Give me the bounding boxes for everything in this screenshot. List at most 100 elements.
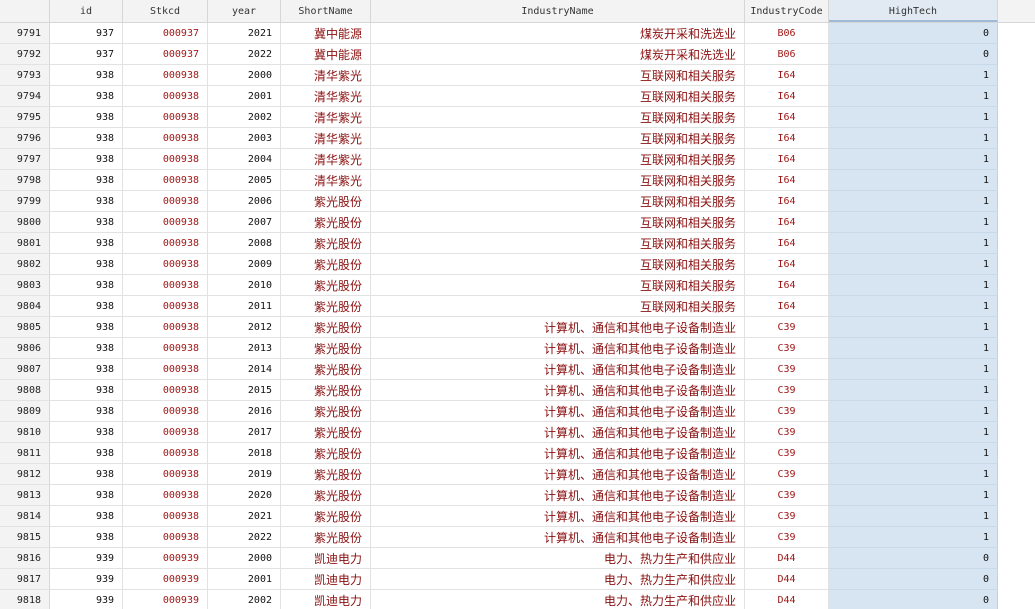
- table-row[interactable]: 9795 938 000938 2002 清华紫光 互联网和相关服务 I64 1: [0, 107, 1035, 128]
- cell-hightech[interactable]: 0: [829, 23, 998, 44]
- cell-industryname[interactable]: 计算机、通信和其他电子设备制造业: [371, 359, 745, 380]
- cell-shortname[interactable]: 紫光股份: [281, 338, 371, 359]
- cell-shortname[interactable]: 紫光股份: [281, 401, 371, 422]
- table-row[interactable]: 9818 939 000939 2002 凯迪电力 电力、热力生产和供应业 D44 0: [0, 590, 1035, 609]
- cell-shortname[interactable]: 清华紫光: [281, 128, 371, 149]
- header-id[interactable]: id: [50, 0, 123, 22]
- cell-stkcd[interactable]: 000939: [123, 569, 208, 590]
- cell-industryname[interactable]: 互联网和相关服务: [371, 275, 745, 296]
- cell-shortname[interactable]: 清华紫光: [281, 86, 371, 107]
- cell-industrycode[interactable]: I64: [745, 86, 829, 107]
- cell-id[interactable]: 938: [50, 527, 123, 548]
- cell-industrycode[interactable]: D44: [745, 548, 829, 569]
- cell-shortname[interactable]: 紫光股份: [281, 422, 371, 443]
- cell-stkcd[interactable]: 000937: [123, 44, 208, 65]
- cell-industrycode[interactable]: C39: [745, 422, 829, 443]
- cell-industrycode[interactable]: B06: [745, 44, 829, 65]
- header-year[interactable]: year: [208, 0, 281, 22]
- cell-year[interactable]: 2013: [208, 338, 281, 359]
- cell-year[interactable]: 2016: [208, 401, 281, 422]
- cell-id[interactable]: 939: [50, 548, 123, 569]
- cell-shortname[interactable]: 冀中能源: [281, 44, 371, 65]
- cell-industrycode[interactable]: D44: [745, 590, 829, 609]
- cell-year[interactable]: 2018: [208, 443, 281, 464]
- cell-stkcd[interactable]: 000938: [123, 317, 208, 338]
- cell-stkcd[interactable]: 000938: [123, 107, 208, 128]
- cell-industryname[interactable]: 互联网和相关服务: [371, 233, 745, 254]
- cell-year[interactable]: 2001: [208, 569, 281, 590]
- cell-id[interactable]: 938: [50, 212, 123, 233]
- cell-year[interactable]: 2021: [208, 506, 281, 527]
- table-row[interactable]: 9791 937 000937 2021 冀中能源 煤炭开采和洗选业 B06 0: [0, 23, 1035, 44]
- cell-hightech[interactable]: 1: [829, 464, 998, 485]
- cell-shortname[interactable]: 紫光股份: [281, 233, 371, 254]
- cell-shortname[interactable]: 紫光股份: [281, 254, 371, 275]
- cell-industryname[interactable]: 计算机、通信和其他电子设备制造业: [371, 422, 745, 443]
- cell-stkcd[interactable]: 000938: [123, 485, 208, 506]
- cell-stkcd[interactable]: 000938: [123, 212, 208, 233]
- cell-hightech[interactable]: 1: [829, 254, 998, 275]
- cell-hightech[interactable]: 1: [829, 149, 998, 170]
- cell-hightech[interactable]: 1: [829, 212, 998, 233]
- cell-id[interactable]: 938: [50, 86, 123, 107]
- table-row[interactable]: 9793 938 000938 2000 清华紫光 互联网和相关服务 I64 1: [0, 65, 1035, 86]
- cell-hightech[interactable]: 1: [829, 317, 998, 338]
- cell-shortname[interactable]: 冀中能源: [281, 23, 371, 44]
- cell-industrycode[interactable]: I64: [745, 275, 829, 296]
- cell-stkcd[interactable]: 000938: [123, 527, 208, 548]
- cell-shortname[interactable]: 紫光股份: [281, 464, 371, 485]
- cell-industryname[interactable]: 计算机、通信和其他电子设备制造业: [371, 380, 745, 401]
- table-row[interactable]: 9810 938 000938 2017 紫光股份 计算机、通信和其他电子设备制造业 C39…: [0, 422, 1035, 443]
- cell-industryname[interactable]: 计算机、通信和其他电子设备制造业: [371, 506, 745, 527]
- table-row[interactable]: 9792 937 000937 2022 冀中能源 煤炭开采和洗选业 B06 0: [0, 44, 1035, 65]
- cell-hightech[interactable]: 1: [829, 380, 998, 401]
- cell-shortname[interactable]: 凯迪电力: [281, 590, 371, 609]
- table-row[interactable]: 9802 938 000938 2009 紫光股份 互联网和相关服务 I64 1: [0, 254, 1035, 275]
- table-row[interactable]: 9804 938 000938 2011 紫光股份 互联网和相关服务 I64 1: [0, 296, 1035, 317]
- cell-shortname[interactable]: 紫光股份: [281, 317, 371, 338]
- cell-stkcd[interactable]: 000939: [123, 590, 208, 609]
- cell-hightech[interactable]: 1: [829, 485, 998, 506]
- table-row[interactable]: 9817 939 000939 2001 凯迪电力 电力、热力生产和供应业 D44 0: [0, 569, 1035, 590]
- cell-hightech[interactable]: 0: [829, 590, 998, 609]
- cell-shortname[interactable]: 清华紫光: [281, 170, 371, 191]
- cell-id[interactable]: 938: [50, 275, 123, 296]
- cell-stkcd[interactable]: 000938: [123, 359, 208, 380]
- cell-shortname[interactable]: 凯迪电力: [281, 569, 371, 590]
- cell-shortname[interactable]: 紫光股份: [281, 380, 371, 401]
- cell-stkcd[interactable]: 000937: [123, 23, 208, 44]
- cell-year[interactable]: 2006: [208, 191, 281, 212]
- cell-hightech[interactable]: 1: [829, 233, 998, 254]
- cell-industryname[interactable]: 电力、热力生产和供应业: [371, 548, 745, 569]
- cell-hightech[interactable]: 1: [829, 443, 998, 464]
- cell-shortname[interactable]: 紫光股份: [281, 485, 371, 506]
- cell-stkcd[interactable]: 000939: [123, 548, 208, 569]
- cell-industryname[interactable]: 互联网和相关服务: [371, 86, 745, 107]
- cell-industrycode[interactable]: I64: [745, 65, 829, 86]
- cell-industrycode[interactable]: I64: [745, 149, 829, 170]
- cell-id[interactable]: 938: [50, 380, 123, 401]
- cell-year[interactable]: 2000: [208, 65, 281, 86]
- table-row[interactable]: 9813 938 000938 2020 紫光股份 计算机、通信和其他电子设备制造业 C39…: [0, 485, 1035, 506]
- cell-id[interactable]: 938: [50, 233, 123, 254]
- cell-industrycode[interactable]: I64: [745, 296, 829, 317]
- cell-shortname[interactable]: 清华紫光: [281, 65, 371, 86]
- cell-industryname[interactable]: 计算机、通信和其他电子设备制造业: [371, 485, 745, 506]
- cell-shortname[interactable]: 紫光股份: [281, 275, 371, 296]
- cell-industrycode[interactable]: C39: [745, 443, 829, 464]
- cell-industryname[interactable]: 计算机、通信和其他电子设备制造业: [371, 527, 745, 548]
- cell-id[interactable]: 938: [50, 464, 123, 485]
- cell-shortname[interactable]: 紫光股份: [281, 359, 371, 380]
- cell-hightech[interactable]: 1: [829, 401, 998, 422]
- cell-stkcd[interactable]: 000938: [123, 254, 208, 275]
- cell-shortname[interactable]: 紫光股份: [281, 443, 371, 464]
- cell-year[interactable]: 2002: [208, 107, 281, 128]
- cell-hightech[interactable]: 0: [829, 548, 998, 569]
- cell-year[interactable]: 2007: [208, 212, 281, 233]
- cell-id[interactable]: 938: [50, 317, 123, 338]
- cell-year[interactable]: 2021: [208, 23, 281, 44]
- cell-hightech[interactable]: 1: [829, 86, 998, 107]
- cell-id[interactable]: 938: [50, 506, 123, 527]
- cell-industryname[interactable]: 互联网和相关服务: [371, 212, 745, 233]
- cell-id[interactable]: 938: [50, 149, 123, 170]
